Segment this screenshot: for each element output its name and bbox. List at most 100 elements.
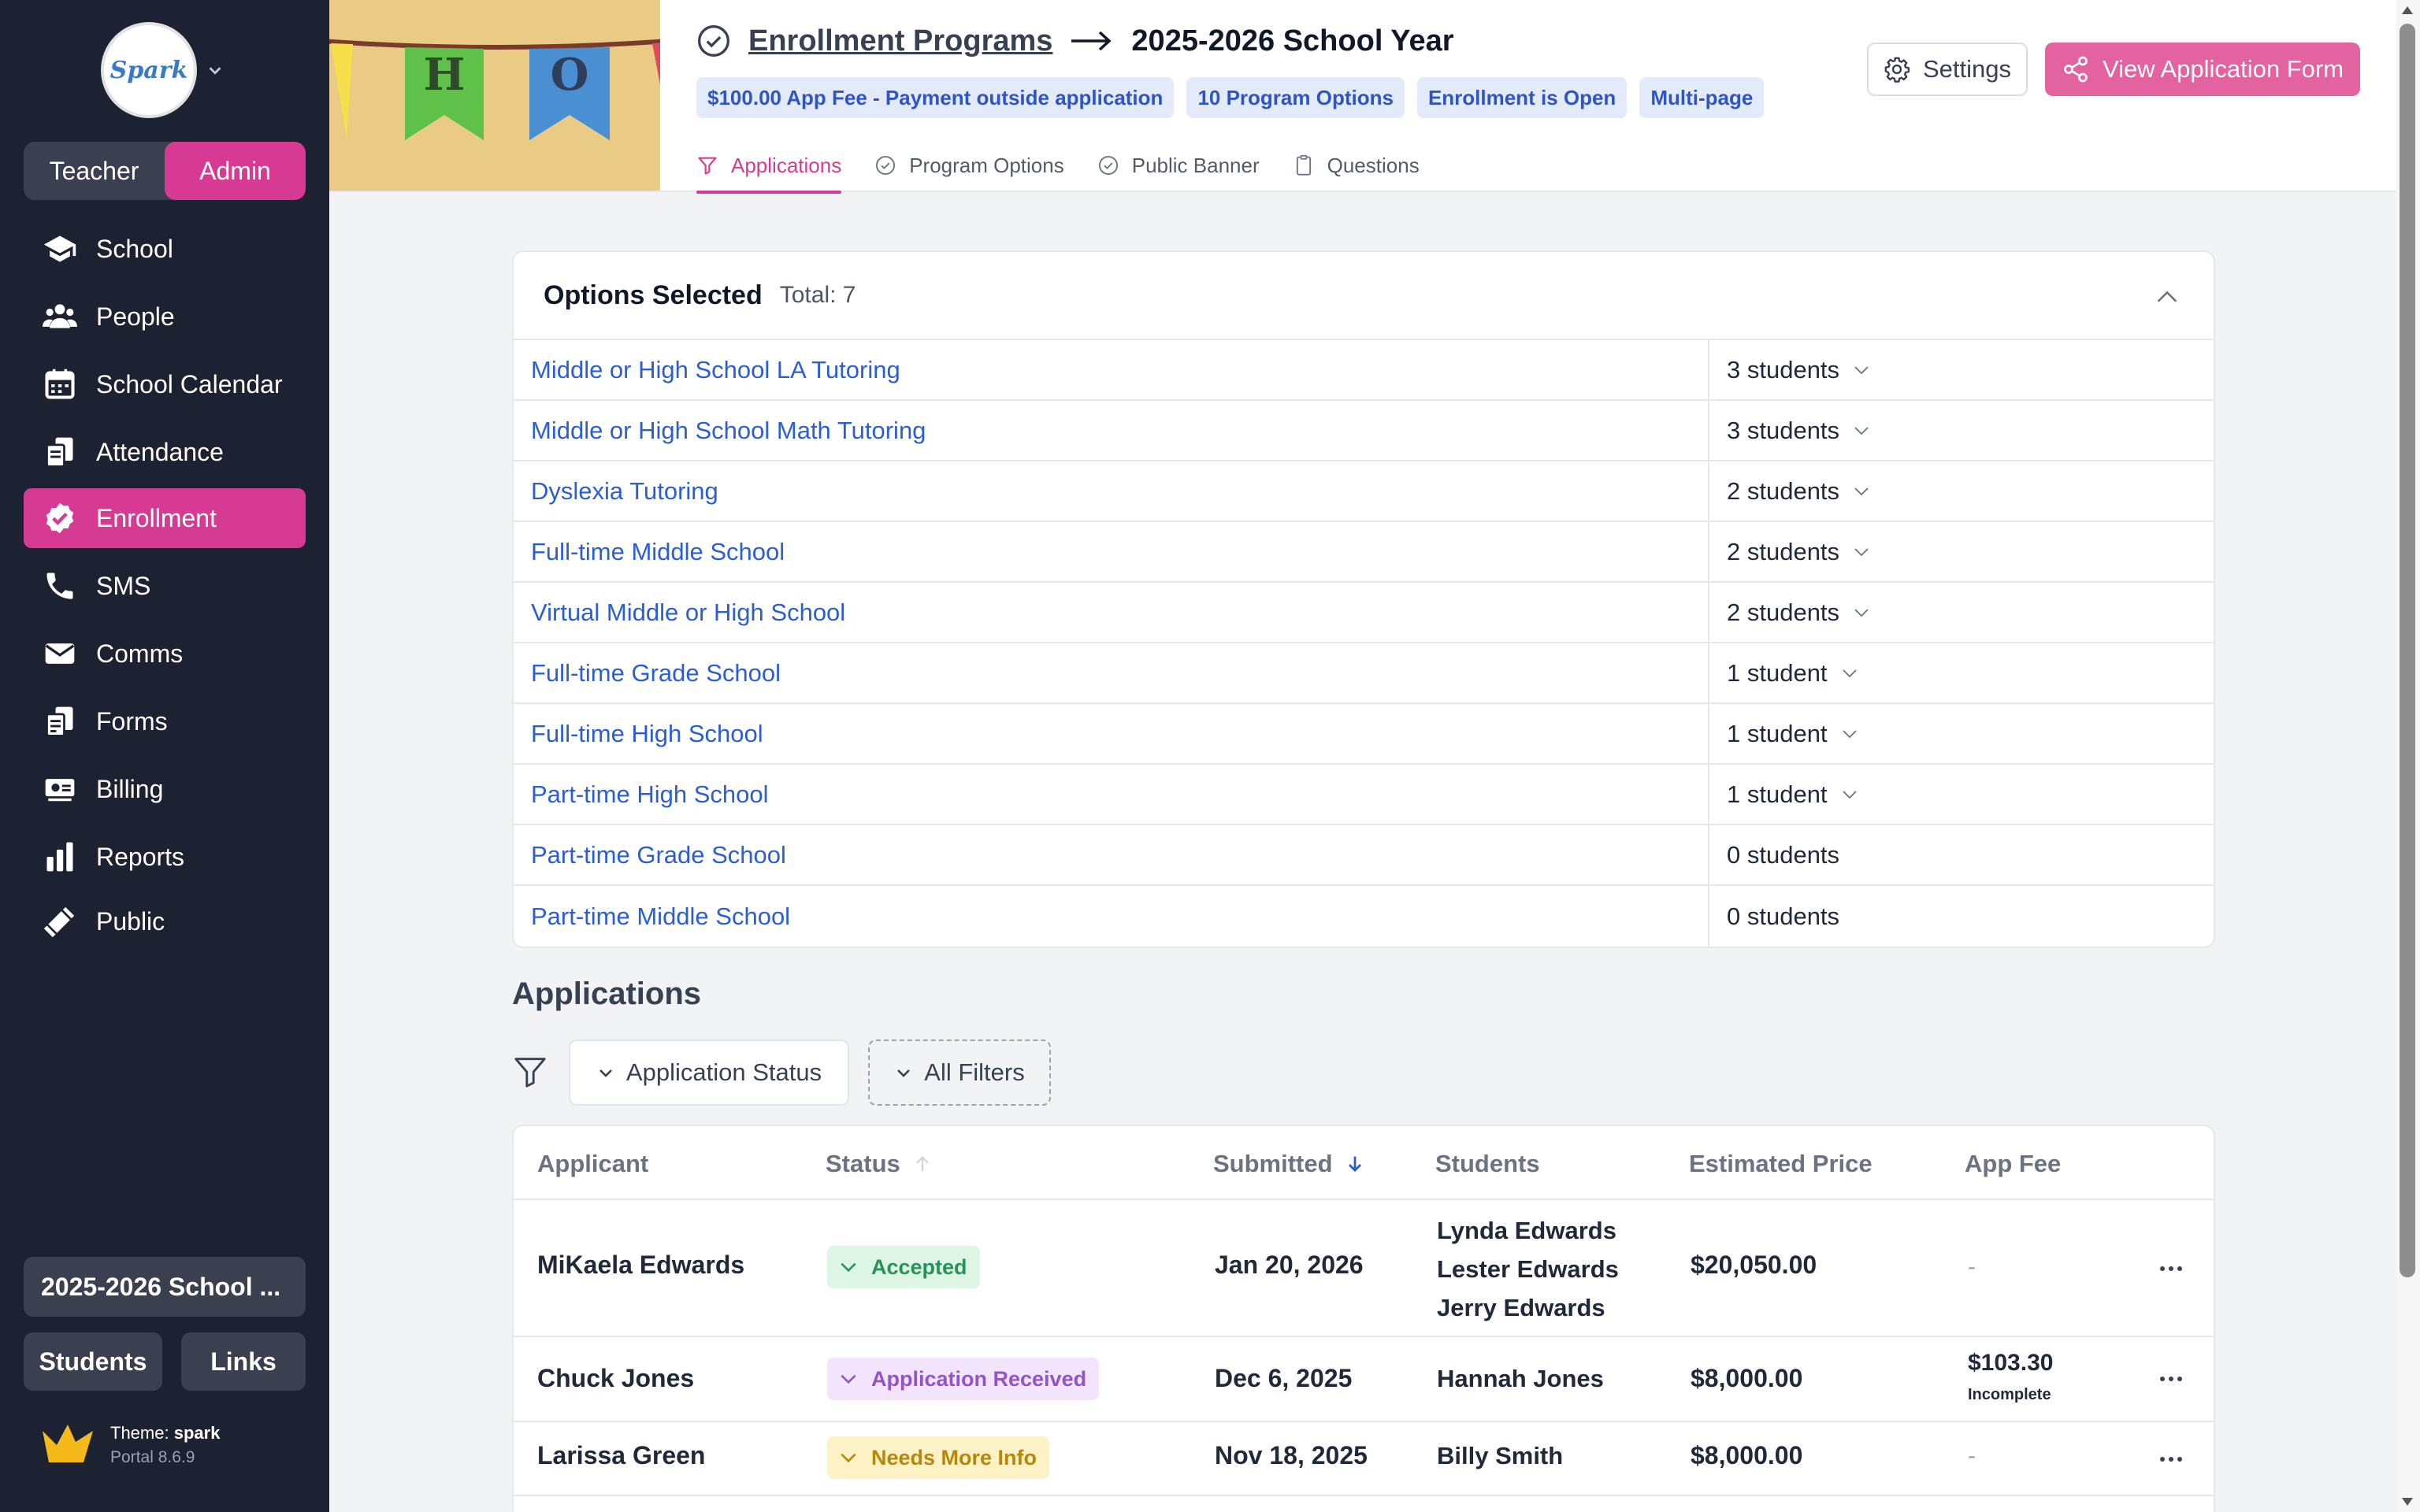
option-name-link[interactable]: Part-time High School xyxy=(514,765,1709,824)
option-student-count[interactable]: 2 students xyxy=(1709,461,1871,521)
role-teacher-button[interactable]: Teacher xyxy=(24,142,165,200)
tab-program-options[interactable]: Program Options xyxy=(874,139,1064,192)
chevron-down-icon xyxy=(599,1069,612,1077)
spark-logo-icon xyxy=(43,1425,93,1462)
chevron-down-icon[interactable] xyxy=(1840,724,1859,743)
more-options-icon[interactable] xyxy=(2158,1375,2184,1383)
chevron-down-icon[interactable] xyxy=(1852,482,1871,501)
nav-item-billing[interactable]: Billing xyxy=(24,759,306,819)
more-options-icon[interactable] xyxy=(2158,1265,2184,1273)
nav-label: School Calendar xyxy=(96,369,283,398)
nav-item-public[interactable]: Public xyxy=(24,891,306,951)
scrollbar-thumb[interactable] xyxy=(2400,24,2415,1277)
option-row: Middle or High School LA Tutoring 3 stude… xyxy=(514,340,2214,401)
nav-item-comms[interactable]: Comms xyxy=(24,624,306,684)
nav-item-forms[interactable]: Forms xyxy=(24,691,306,751)
theme-info: Theme: spark Portal 8.6.9 xyxy=(39,1421,220,1469)
options-total: Total: 7 xyxy=(779,282,856,308)
column-header-applicant[interactable]: Applicant xyxy=(537,1150,648,1178)
settings-label: Settings xyxy=(1922,55,2011,83)
option-student-count[interactable]: 1 student xyxy=(1709,704,1859,763)
nav-item-people[interactable]: People xyxy=(24,287,306,346)
status-filter-label: Application Status xyxy=(625,1058,822,1086)
option-student-count[interactable]: 2 students xyxy=(1709,522,1871,581)
options-title: Options Selected xyxy=(544,280,763,310)
column-label: Submitted xyxy=(1213,1150,1333,1177)
column-header-submitted[interactable]: Submitted xyxy=(1213,1150,1366,1178)
status-badge[interactable]: Application Received xyxy=(827,1358,1100,1400)
student-count-label: 0 students xyxy=(1727,840,1840,869)
option-name-link[interactable]: Full-time Middle School xyxy=(514,522,1709,581)
graduation-cap-icon xyxy=(43,235,76,262)
chevron-down-icon[interactable] xyxy=(1840,785,1859,804)
student-count-label: 0 students xyxy=(1727,902,1840,930)
option-name-link[interactable]: Full-time Grade School xyxy=(514,643,1709,702)
option-name-link[interactable]: Middle or High School LA Tutoring xyxy=(514,340,1709,399)
column-header-status[interactable]: Status xyxy=(826,1150,933,1178)
chevron-down-icon[interactable] xyxy=(1840,664,1859,683)
chevron-down-icon[interactable] xyxy=(1852,421,1871,440)
option-name-link[interactable]: Virtual Middle or High School xyxy=(514,583,1709,642)
option-name-link[interactable]: Middle or High School Math Tutoring xyxy=(514,401,1709,460)
envelope-icon xyxy=(45,643,75,664)
option-name-link[interactable]: Dyslexia Tutoring xyxy=(514,461,1709,521)
view-application-form-button[interactable]: View Application Form xyxy=(2045,43,2360,96)
option-student-count: 0 students xyxy=(1709,825,1839,884)
settings-button[interactable]: Settings xyxy=(1867,43,2028,96)
tab-applications[interactable]: Applications xyxy=(696,139,842,194)
nav-item-attendance[interactable]: Attendance xyxy=(24,422,306,482)
theme-label: Theme: xyxy=(110,1423,169,1443)
column-label: Estimated Price xyxy=(1689,1150,1873,1177)
more-options-icon[interactable] xyxy=(2158,1455,2184,1463)
application-status-filter[interactable]: Application Status xyxy=(569,1040,849,1106)
links-button[interactable]: Links xyxy=(181,1332,306,1391)
nav-item-reports[interactable]: Reports xyxy=(24,827,306,887)
table-row[interactable]: Chuck Jones Application Received Dec 6, … xyxy=(514,1337,2214,1422)
nav-label: Attendance xyxy=(96,437,224,466)
scroll-up-arrow-icon[interactable] xyxy=(2401,5,2414,16)
chevron-down-icon[interactable] xyxy=(1852,603,1871,622)
role-admin-button[interactable]: Admin xyxy=(165,142,306,200)
applicant-name[interactable]: Chuck Jones xyxy=(537,1364,694,1393)
school-logo[interactable]: Spark xyxy=(101,22,197,118)
scroll-down-arrow-icon[interactable] xyxy=(2401,1496,2414,1507)
school-year-selector[interactable]: 2025-2026 School ... xyxy=(24,1257,306,1317)
table-row[interactable]: MiKaela Edwards Accepted Jan 20, 2026 Ly… xyxy=(514,1200,2214,1337)
option-student-count[interactable]: 3 students xyxy=(1709,340,1871,399)
nav-item-school-calendar[interactable]: School Calendar xyxy=(24,354,306,414)
all-filters-button[interactable]: All Filters xyxy=(868,1040,1051,1106)
student-name: Jerry Edwards xyxy=(1437,1294,1605,1321)
sort-arrow-down-icon xyxy=(1348,1156,1361,1173)
applicant-name[interactable]: MiKaela Edwards xyxy=(537,1251,744,1280)
table-row[interactable]: Larissa Green Needs More Info Nov 18, 20… xyxy=(514,1422,2214,1496)
option-name-link[interactable]: Part-time Grade School xyxy=(514,825,1709,884)
app-fee-badge: $100.00 App Fee - Payment outside applic… xyxy=(696,77,1175,118)
option-name-link[interactable]: Full-time High School xyxy=(514,704,1709,763)
filter-icon[interactable] xyxy=(512,1054,548,1090)
nav-item-sms[interactable]: SMS xyxy=(24,556,306,616)
applicant-name[interactable]: Larissa Green xyxy=(537,1441,705,1470)
nav-item-enrollment[interactable]: Enrollment xyxy=(24,488,306,548)
students-button[interactable]: Students xyxy=(24,1332,162,1391)
nav-label: Forms xyxy=(96,706,168,736)
option-student-count[interactable]: 3 students xyxy=(1709,401,1871,460)
tab-public-banner[interactable]: Public Banner xyxy=(1097,139,1260,192)
status-badge[interactable]: Accepted xyxy=(827,1246,980,1288)
chevron-down-icon[interactable] xyxy=(1852,361,1871,380)
option-name-link[interactable]: Part-time Middle School xyxy=(514,886,1709,947)
tab-questions[interactable]: Questions xyxy=(1293,139,1420,192)
nav-item-school[interactable]: School xyxy=(24,219,306,279)
chevron-down-icon[interactable] xyxy=(1852,543,1871,561)
chevron-up-icon[interactable] xyxy=(2154,284,2181,310)
breadcrumb-link-enrollment-programs[interactable]: Enrollment Programs xyxy=(748,24,1052,58)
status-badge[interactable]: Needs More Info xyxy=(827,1436,1050,1479)
chevron-down-icon[interactable] xyxy=(206,61,224,79)
option-student-count[interactable]: 1 student xyxy=(1709,643,1859,702)
submitted-date: Jan 20, 2026 xyxy=(1215,1251,1364,1279)
role-toggle: Teacher Admin xyxy=(24,142,306,200)
option-student-count[interactable]: 1 student xyxy=(1709,765,1859,824)
option-student-count[interactable]: 2 students xyxy=(1709,583,1871,642)
forms-icon xyxy=(46,706,73,737)
tab-label: Questions xyxy=(1327,153,1420,177)
phone-icon xyxy=(46,573,73,599)
